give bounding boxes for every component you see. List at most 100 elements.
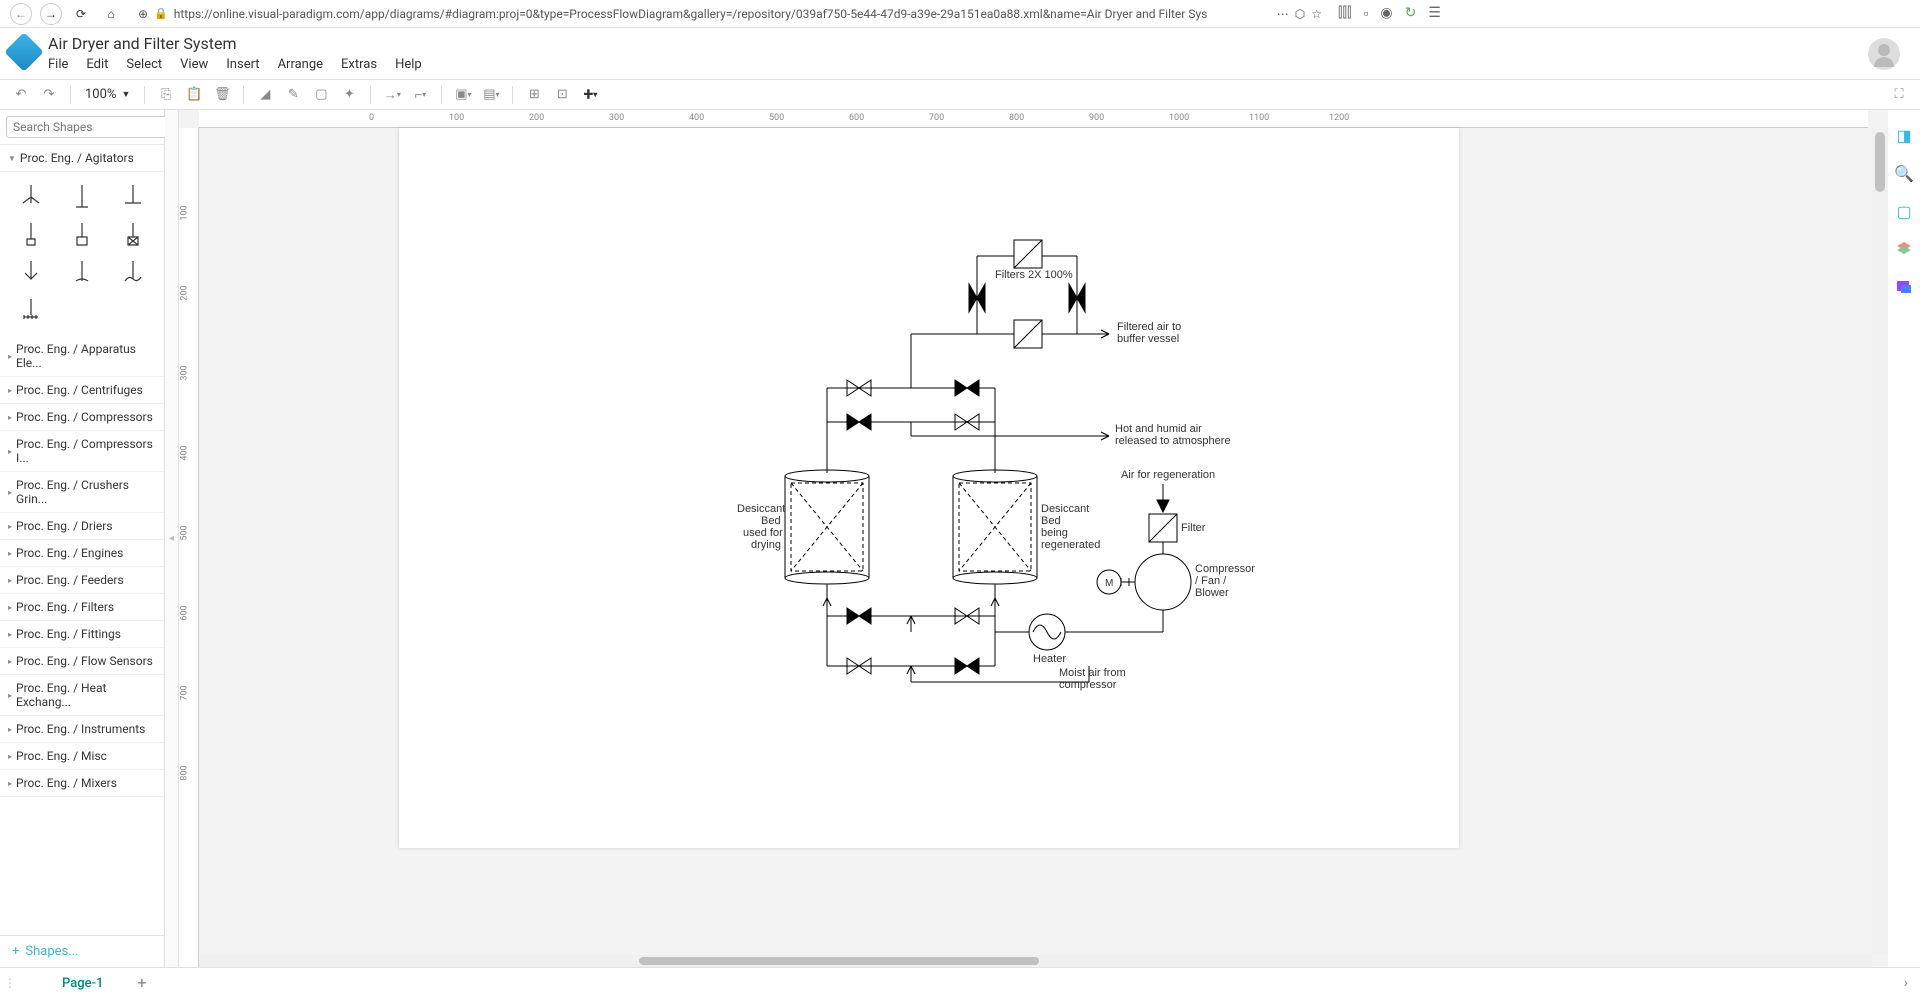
pocket-icon[interactable]: ⬡ bbox=[1295, 7, 1305, 21]
svg-text:compressor: compressor bbox=[1059, 679, 1117, 691]
shape-agitator-4[interactable] bbox=[8, 218, 55, 252]
shapes-sidebar: 🔍 ⋮ ▼Proc. Eng. / Agitators ▸Proc. Eng. … bbox=[0, 110, 165, 967]
reload-button[interactable]: ⟳ bbox=[70, 3, 92, 25]
url-bar[interactable]: ⊕ 🔒 https://online.visual-paradigm.com/a… bbox=[130, 3, 1330, 25]
copy-button[interactable]: ⎘ bbox=[155, 84, 177, 106]
svg-text:M: M bbox=[1105, 578, 1113, 589]
svg-text:Compressor: Compressor bbox=[1195, 563, 1255, 575]
app-logo[interactable] bbox=[4, 32, 44, 72]
right-panel: ◨ 🔍 ▢ bbox=[1888, 110, 1920, 967]
search-shapes-input[interactable] bbox=[6, 116, 176, 138]
page-canvas[interactable]: Filters 2X 100% Filtered air to buffer v… bbox=[399, 128, 1459, 848]
shape-agitator-6[interactable] bbox=[109, 218, 156, 252]
back-button[interactable]: ← bbox=[10, 3, 32, 25]
add-page-button[interactable]: + bbox=[125, 967, 158, 998]
svg-text:regenerated: regenerated bbox=[1041, 539, 1100, 551]
horizontal-scrollbar[interactable] bbox=[199, 955, 1872, 967]
format-panel-icon[interactable]: ◨ bbox=[1895, 126, 1913, 144]
layers-panel-icon[interactable] bbox=[1895, 240, 1913, 258]
category-item[interactable]: ▸Proc. Eng. / Fittings bbox=[0, 621, 164, 648]
line-color-button[interactable]: ✎ bbox=[282, 84, 304, 106]
grid-button[interactable]: ⊞ bbox=[523, 84, 545, 106]
refresh-icon[interactable]: ↻ bbox=[1405, 5, 1417, 22]
shape-agitator-10[interactable] bbox=[8, 294, 55, 328]
menu-select[interactable]: Select bbox=[126, 57, 162, 72]
category-item[interactable]: ▸Proc. Eng. / Compressors I... bbox=[0, 431, 164, 472]
document-title[interactable]: Air Dryer and Filter System bbox=[48, 34, 422, 53]
category-item[interactable]: ▸Proc. Eng. / Engines bbox=[0, 540, 164, 567]
connector-button[interactable]: → ▾ bbox=[381, 84, 403, 106]
account-icon[interactable]: ◉ bbox=[1380, 5, 1392, 22]
delete-button[interactable]: 🗑 bbox=[211, 84, 233, 106]
undo-button[interactable]: ↶ bbox=[10, 84, 32, 106]
sidebar-icon[interactable]: ▫ bbox=[1363, 5, 1368, 22]
menu-help[interactable]: Help bbox=[395, 57, 422, 72]
category-item[interactable]: ▸Proc. Eng. / Instruments bbox=[0, 716, 164, 743]
category-item[interactable]: ▸Proc. Eng. / Heat Exchang... bbox=[0, 675, 164, 716]
category-item[interactable]: ▸Proc. Eng. / Crushers Grin... bbox=[0, 472, 164, 513]
waypoint-button[interactable]: ⌐ ▾ bbox=[409, 84, 431, 106]
forward-button[interactable]: → bbox=[40, 3, 62, 25]
menu-extras[interactable]: Extras bbox=[341, 57, 377, 72]
category-item[interactable]: ▸Proc. Eng. / Feeders bbox=[0, 567, 164, 594]
toback-button[interactable]: ▤ ▾ bbox=[480, 84, 502, 106]
fullscreen-button[interactable]: ⛶ bbox=[1888, 84, 1910, 106]
url-text: https://online.visual-paradigm.com/app/d… bbox=[174, 7, 1271, 21]
star-icon[interactable]: ☆ bbox=[1311, 7, 1322, 21]
comments-panel-icon[interactable] bbox=[1895, 278, 1913, 296]
add-button[interactable]: +▾ bbox=[579, 84, 601, 106]
menu-insert[interactable]: Insert bbox=[226, 57, 259, 72]
svg-text:Desiccant: Desiccant bbox=[1041, 503, 1089, 515]
category-item[interactable]: ▸Proc. Eng. / Apparatus Ele... bbox=[0, 336, 164, 377]
format-painter-button[interactable]: ✦ bbox=[338, 84, 360, 106]
vertical-scrollbar[interactable] bbox=[1872, 128, 1888, 955]
shape-agitator-9[interactable] bbox=[109, 256, 156, 290]
search-panel-icon[interactable]: 🔍 bbox=[1895, 164, 1913, 182]
tab-page-1[interactable]: Page-1 bbox=[42, 968, 123, 997]
more-shapes-button[interactable]: +Shapes... bbox=[0, 935, 164, 967]
paste-button[interactable]: 📋 bbox=[183, 84, 205, 106]
menu-view[interactable]: View bbox=[180, 57, 208, 72]
category-item[interactable]: ▸Proc. Eng. / Flow Sensors bbox=[0, 648, 164, 675]
bottom-menu-icon[interactable]: ⋮ bbox=[0, 976, 20, 990]
diagram-svg[interactable]: Filters 2X 100% Filtered air to buffer v… bbox=[399, 128, 1459, 848]
outline-panel-icon[interactable]: ▢ bbox=[1895, 202, 1913, 220]
svg-text:Hot and humid air: Hot and humid air bbox=[1115, 423, 1202, 435]
redo-button[interactable]: ↷ bbox=[38, 84, 60, 106]
menu-arrange[interactable]: Arrange bbox=[278, 57, 323, 72]
more-icon[interactable]: ⋯ bbox=[1277, 7, 1289, 21]
next-page-icon[interactable]: › bbox=[1892, 975, 1920, 991]
category-item[interactable]: ▸Proc. Eng. / Centrifuges bbox=[0, 377, 164, 404]
shape-agitator-7[interactable] bbox=[8, 256, 55, 290]
fill-button[interactable]: ◢ bbox=[254, 84, 276, 106]
category-item[interactable]: ▸Proc. Eng. / Mixers bbox=[0, 770, 164, 797]
menu-icon[interactable]: ☰ bbox=[1428, 5, 1441, 22]
category-item[interactable]: ▸Proc. Eng. / Compressors bbox=[0, 404, 164, 431]
home-button[interactable]: ⌂ bbox=[100, 3, 122, 25]
svg-text:Blower: Blower bbox=[1195, 587, 1229, 599]
shape-agitator-3[interactable] bbox=[109, 180, 156, 214]
zoom-selector[interactable]: 100%▼ bbox=[81, 87, 134, 102]
shape-agitator-2[interactable] bbox=[59, 180, 106, 214]
svg-text:Filter: Filter bbox=[1181, 522, 1206, 534]
menu-edit[interactable]: Edit bbox=[86, 57, 108, 72]
svg-text:used for: used for bbox=[743, 527, 783, 539]
menu-file[interactable]: File bbox=[48, 57, 68, 72]
splitter-handle[interactable]: ◂ bbox=[165, 110, 179, 967]
category-agitators[interactable]: ▼Proc. Eng. / Agitators bbox=[0, 145, 164, 172]
category-item[interactable]: ▸Proc. Eng. / Misc bbox=[0, 743, 164, 770]
user-avatar[interactable] bbox=[1868, 38, 1900, 70]
shape-agitator-5[interactable] bbox=[59, 218, 106, 252]
shape-agitator-1[interactable] bbox=[8, 180, 55, 214]
category-item[interactable]: ▸Proc. Eng. / Driers bbox=[0, 513, 164, 540]
shape-agitator-8[interactable] bbox=[59, 256, 106, 290]
tofront-button[interactable]: ▣ ▾ bbox=[452, 84, 474, 106]
guides-button[interactable]: ⊡ bbox=[551, 84, 573, 106]
shadow-button[interactable]: ▢ bbox=[310, 84, 332, 106]
svg-text:Desiccant: Desiccant bbox=[737, 503, 785, 515]
shield-icon: ⊕ bbox=[138, 7, 148, 21]
category-item[interactable]: ▸Proc. Eng. / Filters bbox=[0, 594, 164, 621]
library-icon[interactable]: ⫿⫿⫿ bbox=[1338, 5, 1351, 22]
canvas-area[interactable]: 0 100 200 300 400 500 600 700 800 900 10… bbox=[179, 110, 1888, 967]
lock-icon: 🔒 bbox=[154, 7, 168, 20]
